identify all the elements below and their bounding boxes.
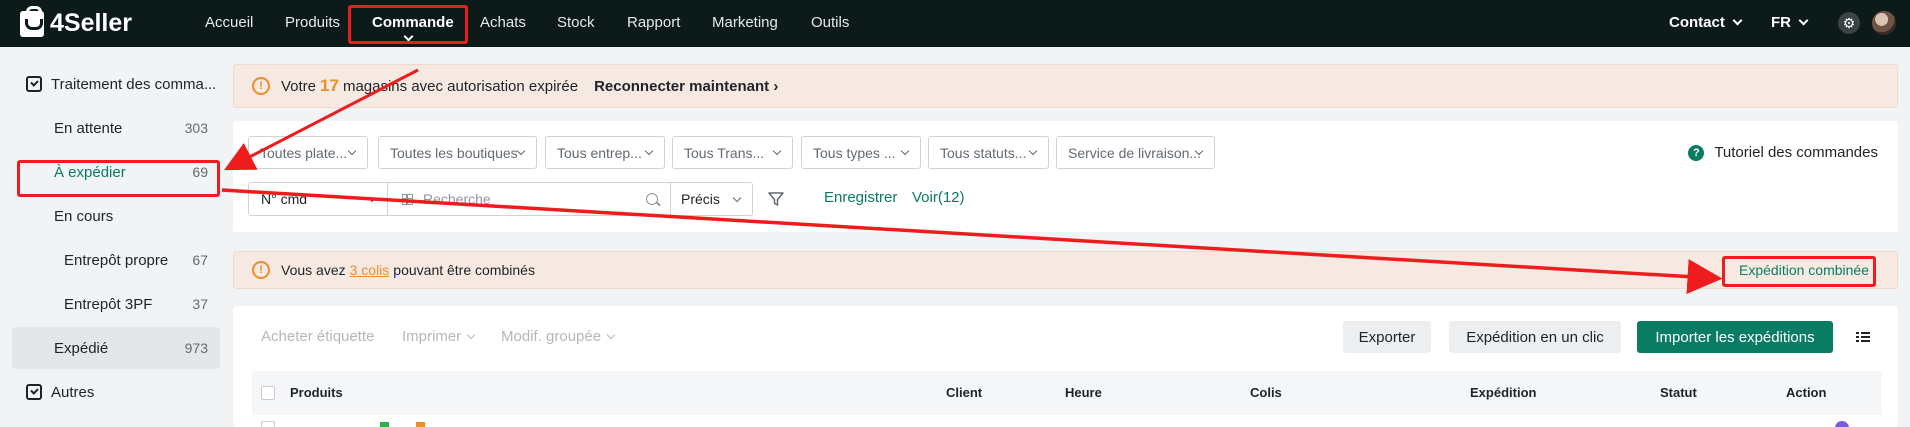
annotation-arrows: [221, 68, 1723, 295]
arrow-to-combined-shipping: [221, 188, 1723, 295]
arrow-to-a-expedier: [224, 68, 419, 171]
